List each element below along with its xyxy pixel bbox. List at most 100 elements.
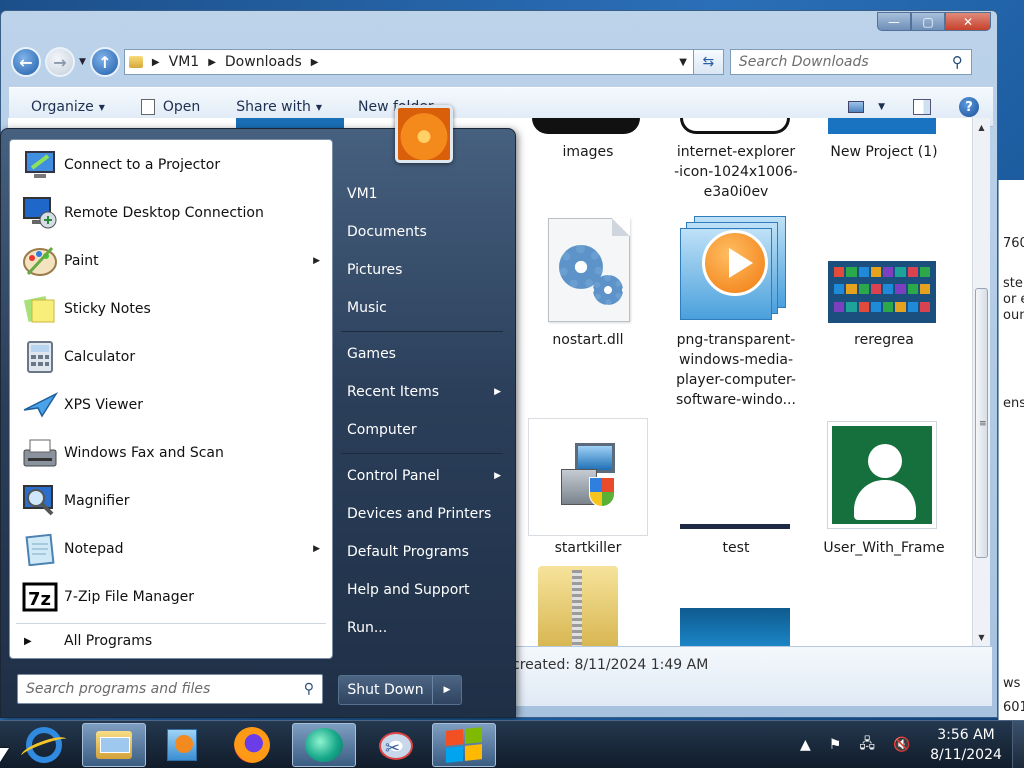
submenu-arrow-icon[interactable]: ▶ <box>313 544 320 554</box>
program-sticky-notes[interactable]: Sticky Notes <box>14 287 330 331</box>
volume-muted-icon[interactable]: 🔇 <box>893 737 910 753</box>
preview-pane-icon[interactable] <box>913 99 931 115</box>
taskbar-explorer[interactable] <box>82 723 146 767</box>
view-dropdown-icon[interactable]: ▼ <box>878 102 885 112</box>
show-desktop-button[interactable] <box>1012 721 1024 768</box>
right-item-default-programs[interactable]: Default Programs <box>339 535 509 569</box>
close-button[interactable]: ✕ <box>945 12 991 31</box>
right-item-games[interactable]: Games <box>339 337 509 371</box>
right-item-control-panel[interactable]: Control Panel ▶ <box>339 459 509 493</box>
submenu-arrow-icon[interactable]: ▶ <box>494 471 501 481</box>
partial-thumbnail[interactable] <box>680 608 790 646</box>
open-label: Open <box>162 99 201 115</box>
right-item-label: Pictures <box>347 262 403 278</box>
breadcrumb-separator[interactable]: ▶ <box>152 57 160 68</box>
file-label: -icon-1024x1006- <box>674 164 798 180</box>
network-icon[interactable]: 🖧 <box>859 733 875 757</box>
start-search-input[interactable]: Search programs and files ⚲ <box>17 674 323 704</box>
shutdown-button[interactable]: Shut Down ▶ <box>338 675 462 705</box>
right-item-devices-printers[interactable]: Devices and Printers <box>339 497 509 531</box>
address-dropdown-icon[interactable]: ▼ <box>679 57 687 68</box>
program-notepad[interactable]: Notepad ▶ <box>14 527 330 571</box>
all-programs-item[interactable]: ▶ All Programs <box>14 626 330 656</box>
file-item-user-with-frame[interactable]: User_With_Frame <box>814 538 954 558</box>
file-item-reregrea[interactable]: reregrea <box>814 330 954 350</box>
address-bar[interactable]: ▶ VM1 ▶ Downloads ▶ ▼ <box>123 49 694 75</box>
submenu-arrow-icon[interactable]: ▶ <box>494 387 501 397</box>
user-picture[interactable] <box>395 105 453 163</box>
right-item-label: Run... <box>347 620 388 636</box>
help-icon[interactable]: ? <box>959 97 979 117</box>
file-item-new-project[interactable]: New Project (1) <box>814 142 954 162</box>
background-window[interactable]: 760 stem or e ount ense ws 7 601 <box>998 180 1024 720</box>
search-icon[interactable]: ⚲ <box>304 681 314 697</box>
action-center-flag-icon[interactable]: ⚑ <box>829 737 842 753</box>
folder-icon <box>128 56 143 68</box>
clock[interactable]: 3:56 AM 8/11/2024 <box>926 725 1006 765</box>
right-item-music[interactable]: Music <box>339 291 509 325</box>
vertical-scrollbar[interactable]: ▲ ≡ ▼ <box>972 118 990 646</box>
right-item-help-support[interactable]: Help and Support <box>339 573 509 607</box>
right-item-computer[interactable]: Computer <box>339 413 509 447</box>
scrollbar-thumb[interactable]: ≡ <box>975 288 988 558</box>
scroll-up-icon[interactable]: ▲ <box>973 118 990 136</box>
search-icon[interactable]: ⚲ <box>952 53 963 71</box>
file-item-internet-explorer[interactable]: internet-explorer -icon-1024x1006- e3a0i… <box>666 142 806 202</box>
up-button[interactable]: ↑ <box>89 47 120 77</box>
program-7zip[interactable]: 7z 7-Zip File Manager <box>14 575 330 619</box>
created-date: created: 8/11/2024 1:49 AM <box>512 657 709 673</box>
breadcrumb-separator[interactable]: ▶ <box>311 57 319 68</box>
minimize-button[interactable]: — <box>877 12 911 31</box>
share-with-button[interactable]: Share with ▼ <box>236 99 322 115</box>
organize-button[interactable]: Organize ▼ <box>31 99 105 115</box>
clock-time: 3:56 AM <box>937 727 995 743</box>
taskbar-windows[interactable] <box>432 723 496 767</box>
refresh-button[interactable]: ⇆ <box>693 49 724 75</box>
file-item-nostart[interactable]: nostart.dll <box>518 330 658 350</box>
program-paint[interactable]: Paint ▶ <box>14 239 330 283</box>
file-item-images[interactable]: images <box>518 142 658 162</box>
right-item-run[interactable]: Run... <box>339 611 509 645</box>
breadcrumb-vm1[interactable]: VM1 <box>169 54 200 70</box>
program-magnifier[interactable]: Magnifier <box>14 479 330 523</box>
file-item-png-transparent[interactable]: png-transparent- windows-media- player-c… <box>666 330 806 410</box>
breadcrumb-separator[interactable]: ▶ <box>208 57 216 68</box>
taskbar-media-player[interactable] <box>150 723 214 767</box>
shutdown-options-arrow-icon[interactable]: ▶ <box>433 685 461 695</box>
zip-folder-icon[interactable] <box>538 566 618 646</box>
back-button[interactable]: ← <box>11 47 41 77</box>
window-controls: — ▢ ✕ <box>877 12 991 31</box>
xps-viewer-icon <box>23 392 58 418</box>
show-hidden-icons-icon[interactable]: ▲ <box>800 737 811 753</box>
file-label: e3a0i0ev <box>703 184 769 200</box>
open-button[interactable]: Open <box>140 99 201 115</box>
program-connect-projector[interactable]: Connect to a Projector <box>14 143 330 187</box>
search-downloads-input[interactable]: Search Downloads ⚲ <box>729 49 972 75</box>
file-item-test[interactable]: test <box>666 538 806 558</box>
taskbar-firefox[interactable] <box>220 723 284 767</box>
right-item-pictures[interactable]: Pictures <box>339 253 509 287</box>
breadcrumb-downloads[interactable]: Downloads <box>225 54 302 70</box>
taskbar-internet-explorer[interactable] <box>12 723 76 767</box>
forward-button[interactable]: → <box>45 47 75 77</box>
all-programs-label: All Programs <box>64 633 153 649</box>
program-calculator[interactable]: Calculator <box>14 335 330 379</box>
program-label: Remote Desktop Connection <box>64 205 264 221</box>
change-view-icon[interactable] <box>848 101 865 113</box>
right-item-label: Devices and Printers <box>347 506 492 522</box>
gear-icon <box>593 275 623 305</box>
program-fax-scan[interactable]: Windows Fax and Scan <box>14 431 330 475</box>
maximize-button[interactable]: ▢ <box>911 12 945 31</box>
taskbar-snipping-tool[interactable] <box>362 723 426 767</box>
right-item-recent-items[interactable]: Recent Items ▶ <box>339 375 509 409</box>
file-item-startkiller[interactable]: startkiller <box>518 538 658 558</box>
recent-pages-dropdown[interactable]: ▼ <box>79 57 86 67</box>
program-xps-viewer[interactable]: XPS Viewer <box>14 383 330 427</box>
submenu-arrow-icon[interactable]: ▶ <box>313 256 320 266</box>
right-item-documents[interactable]: Documents <box>339 215 509 249</box>
projector-icon <box>25 151 55 178</box>
scroll-down-icon[interactable]: ▼ <box>973 628 990 646</box>
right-item-user[interactable]: VM1 <box>339 177 509 211</box>
taskbar-app-green[interactable] <box>292 723 356 767</box>
program-remote-desktop[interactable]: Remote Desktop Connection <box>14 191 330 235</box>
